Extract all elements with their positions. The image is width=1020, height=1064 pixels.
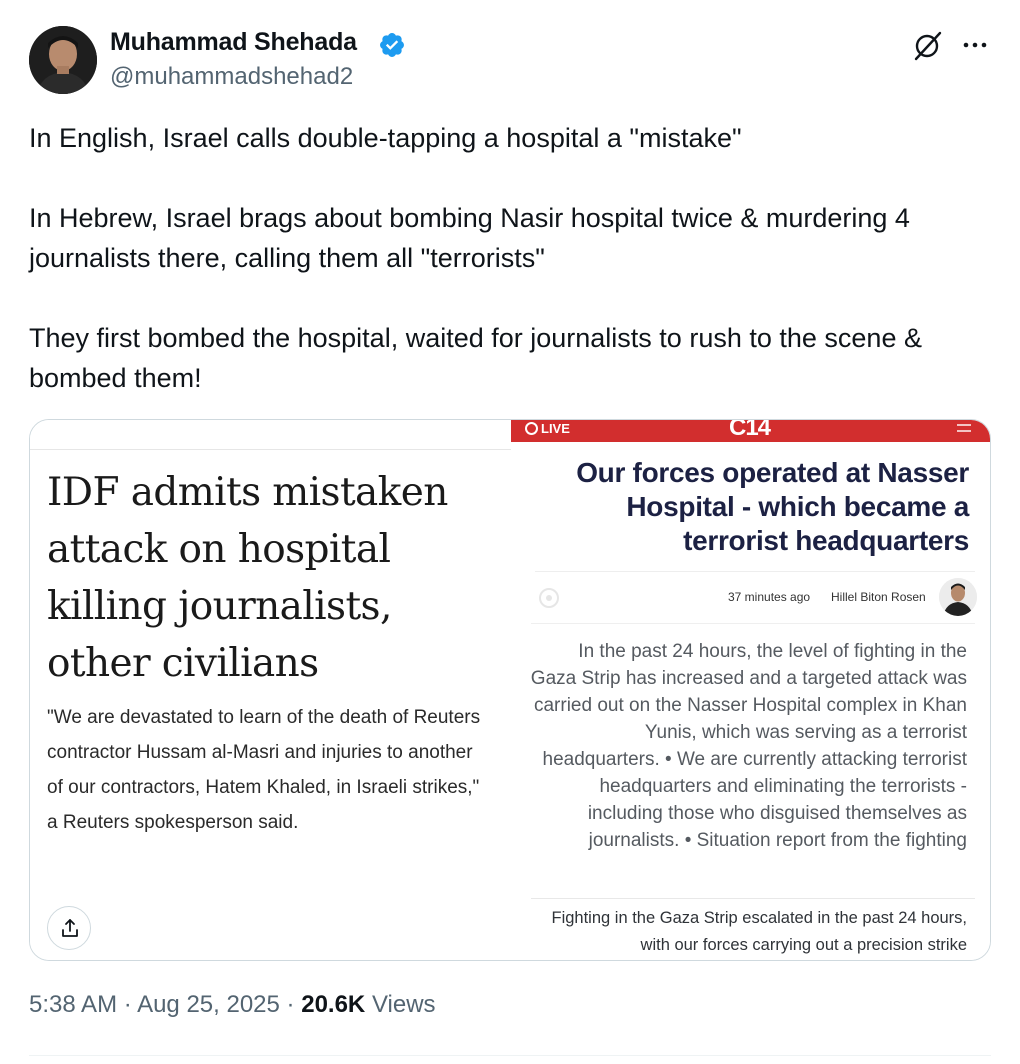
meta-separator: ·: [286, 991, 295, 1018]
live-icon: [525, 422, 538, 435]
tweet-time[interactable]: 5:38 AM: [29, 991, 117, 1018]
article-quote-left: "We are devastated to learn of the death…: [47, 707, 481, 833]
divider: [531, 898, 975, 899]
article-body-right: In the past 24 hours, the level of fight…: [530, 641, 967, 851]
play-circle-icon: [539, 588, 559, 608]
avatar-portrait-icon: [29, 26, 97, 94]
tweet-paragraph: They first bombed the hospital, waited f…: [29, 323, 922, 393]
site-header-bar: LIVE C14: [511, 419, 990, 442]
live-label: LIVE: [541, 421, 570, 436]
media-image-right[interactable]: LIVE C14 Our forces operated at Nasser H…: [511, 419, 990, 960]
author-portrait-icon: [939, 578, 977, 616]
share-icon: [62, 919, 78, 937]
views-count: 20.6K: [301, 991, 366, 1018]
article-time: 37 minutes ago: [728, 590, 811, 604]
tweet-text: In English, Israel calls double-tapping …: [29, 118, 989, 398]
tweet-paragraph: In Hebrew, Israel brags about bombing Na…: [29, 203, 910, 273]
share-button[interactable]: [47, 906, 91, 950]
tweet-meta: 5:38 AM · Aug 25, 2025 · 20.6K Views: [29, 991, 436, 1019]
divider: [535, 571, 975, 572]
article-author: Hillel Biton Rosen: [831, 590, 926, 604]
divider: [29, 1055, 991, 1056]
menu-icon: [957, 424, 971, 432]
article-author-avatar: [939, 578, 977, 616]
meta-separator: ·: [123, 991, 132, 1018]
media-image-left[interactable]: IDF admits mistaken attack on hospital k…: [30, 420, 511, 960]
divider: [531, 623, 975, 624]
tweet-container: Muhammad Shehada @muhammadshehad2 In Eng…: [0, 0, 1020, 1064]
c14-logo: C14: [729, 419, 771, 441]
tweet-paragraph: In English, Israel calls double-tapping …: [29, 123, 742, 153]
article-body-right-continued: Fighting in the Gaza Strip escalated in …: [551, 909, 968, 954]
tweet-media[interactable]: IDF admits mistaken attack on hospital k…: [29, 419, 991, 961]
verified-badge-icon[interactable]: [378, 31, 406, 59]
article-headline-left: IDF admits mistaken attack on hospital k…: [47, 470, 448, 686]
views-label: Views: [371, 991, 436, 1018]
author-handle[interactable]: @muhammadshehad2: [110, 63, 353, 91]
divider: [30, 449, 511, 450]
author-display-name[interactable]: Muhammad Shehada: [110, 28, 357, 57]
grok-icon[interactable]: [912, 30, 944, 62]
article-headline-right: Our forces operated at Nasser Hospital -…: [576, 457, 969, 556]
avatar[interactable]: [29, 26, 97, 94]
tweet-date[interactable]: Aug 25, 2025: [137, 991, 280, 1018]
more-options-icon[interactable]: [960, 30, 990, 60]
